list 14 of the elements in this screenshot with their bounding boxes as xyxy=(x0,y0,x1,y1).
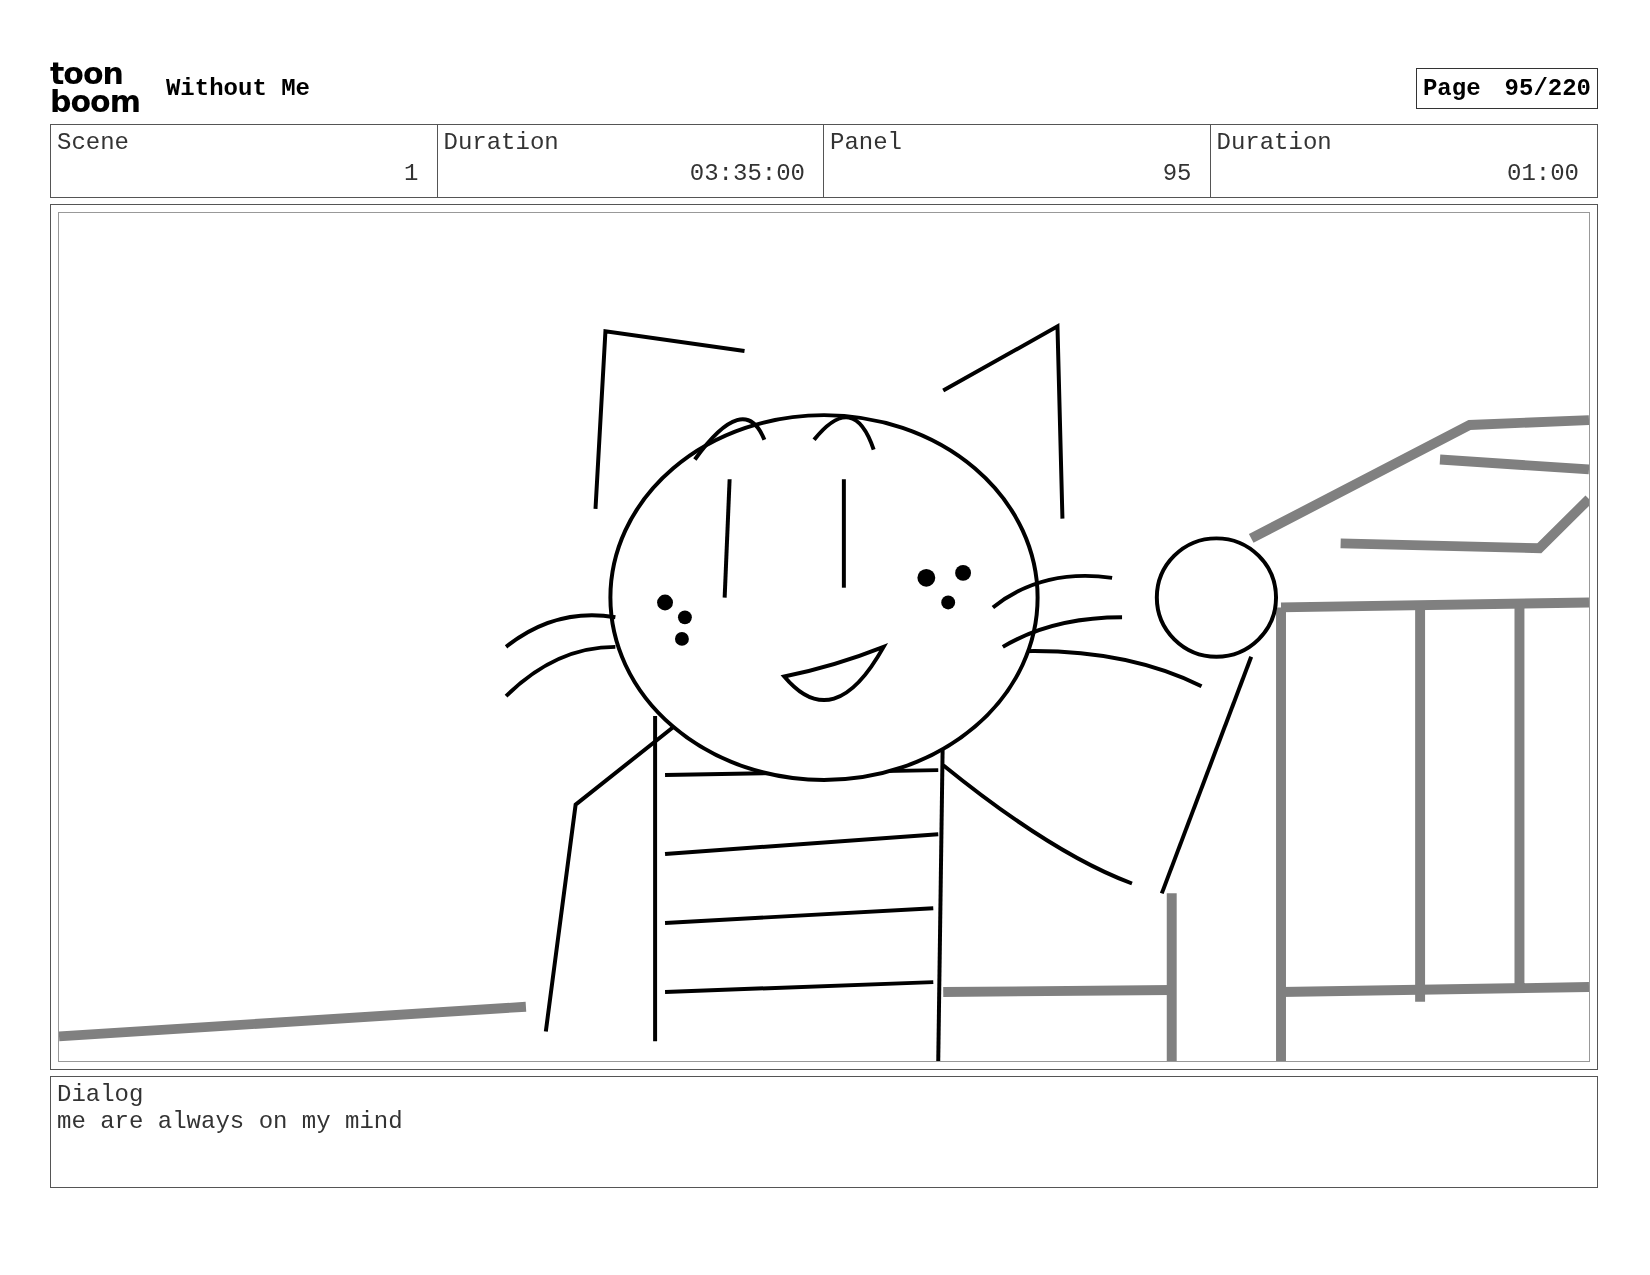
field-value: 95 xyxy=(1162,160,1192,187)
page-number: 95/220 xyxy=(1504,74,1591,102)
dialog-label: Dialog xyxy=(57,1081,144,1108)
field-value: 01:00 xyxy=(1507,160,1579,187)
dialog-text: me are always on my mind xyxy=(57,1108,403,1135)
field-label: Panel xyxy=(830,129,902,156)
field-value: 03:35:00 xyxy=(689,160,805,187)
toon-boom-logo: toon boom xyxy=(50,60,140,116)
field-label: Scene xyxy=(57,129,129,156)
field-value: 1 xyxy=(404,160,419,187)
storyboard-title: Without Me xyxy=(165,74,311,102)
field-label: Duration xyxy=(443,129,559,156)
page-label: Page xyxy=(1422,74,1481,102)
field-label: Duration xyxy=(1216,129,1332,156)
